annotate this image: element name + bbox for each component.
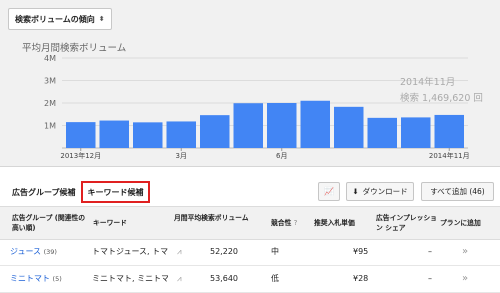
trend-chart-icon[interactable]: ⩘ xyxy=(177,266,182,292)
col-header-keyword[interactable]: キーワード xyxy=(93,218,127,228)
chart-bar[interactable] xyxy=(133,122,163,148)
chart-bar[interactable] xyxy=(99,120,130,148)
ad-group-link[interactable]: ミニトマト xyxy=(10,274,50,283)
bid-cell: ¥95 xyxy=(353,247,369,256)
keyword-count: (5) xyxy=(52,275,62,283)
chart-bar[interactable] xyxy=(401,117,431,148)
x-tick-label: 2013年12月 xyxy=(60,151,101,160)
share-cell: – xyxy=(428,274,432,283)
table-header: 広告グループ (関連性の高い順) キーワード 月間平均検索ボリューム 競合性 ?… xyxy=(0,206,500,240)
ad-group-link[interactable]: ジュース xyxy=(10,247,41,256)
tab-keyword-ideas[interactable]: キーワード候補 xyxy=(81,181,150,203)
volume-cell: 53,640 xyxy=(210,274,238,283)
chart-bar[interactable] xyxy=(66,122,96,148)
chart-bar[interactable] xyxy=(166,121,197,148)
add-all-button[interactable]: すべて追加 (46) xyxy=(421,182,494,201)
volume-cell: 52,220 xyxy=(210,247,238,256)
chart-tooltip-value: 検索 1,469,620 回 xyxy=(400,93,483,104)
ad-group-cell: ジュース (39) xyxy=(10,239,57,265)
chart-tooltip-date: 2014年11月 xyxy=(400,77,456,88)
chart-bar[interactable] xyxy=(334,106,364,148)
x-tick-label: 6月 xyxy=(276,152,287,160)
y-tick-label: 4M xyxy=(44,54,56,63)
add-to-plan-icon[interactable]: » xyxy=(462,239,468,265)
chart-bar[interactable] xyxy=(267,103,297,148)
competition-cell: 中 xyxy=(271,247,279,256)
chart-toggle-button[interactable]: 📈 xyxy=(318,182,340,201)
y-tick-label: 3M xyxy=(44,77,56,86)
chart-bar[interactable] xyxy=(233,103,264,148)
chart-bar[interactable] xyxy=(367,117,398,148)
y-tick-label: 2M xyxy=(44,99,56,108)
keyword-count: (39) xyxy=(43,248,57,256)
x-tick-label: 2014年11月 xyxy=(429,151,470,160)
download-label: ダウンロード xyxy=(362,187,408,196)
competition-cell: 低 xyxy=(271,274,279,283)
table-row: ジュース (39) トマトジュース, トマ... ⩘ 52,220 中 ¥95 … xyxy=(0,239,500,266)
col-header-competition[interactable]: 競合性 ? xyxy=(271,218,297,228)
col-header-competition-label: 競合性 xyxy=(271,219,292,227)
keyword-cell: トマトジュース, トマ... xyxy=(92,247,168,256)
share-cell: – xyxy=(428,247,432,256)
line-chart-icon: 📈 xyxy=(324,187,334,196)
ad-group-cell: ミニトマト (5) xyxy=(10,266,62,292)
download-icon: ⬇ xyxy=(352,187,359,196)
bid-cell: ¥28 xyxy=(353,274,369,283)
col-header-add: プランに追加 xyxy=(440,219,481,227)
sort-icon: ? xyxy=(293,219,298,227)
add-to-plan-icon[interactable]: » xyxy=(462,266,468,292)
y-tick-label: 1M xyxy=(44,122,56,131)
col-header-bid[interactable]: 推奨入札単価 xyxy=(314,218,355,228)
trend-panel: 検索ボリュームの傾向 ⬍ 平均月間検索ボリューム 1M 2M 3M 4M 2013年1… xyxy=(0,0,500,167)
col-header-share[interactable]: 広告インプレッション シェア xyxy=(376,213,438,233)
chart-bar[interactable] xyxy=(300,100,331,148)
chart-bar[interactable] xyxy=(434,114,465,148)
x-tick-label: 3月 xyxy=(176,152,187,160)
chart-bar[interactable] xyxy=(200,115,230,148)
trend-chart-icon[interactable]: ⩘ xyxy=(177,239,182,265)
download-button[interactable]: ⬇ ダウンロード xyxy=(346,182,414,201)
col-header-volume[interactable]: 月間平均検索ボリューム xyxy=(174,213,256,223)
tab-ad-group-ideas[interactable]: 広告グループ候補 xyxy=(8,181,80,203)
keyword-cell: ミニトマト, ミニトマ... xyxy=(92,274,168,283)
col-header-ad-group[interactable]: 広告グループ (関連性の高い順) xyxy=(12,213,90,233)
